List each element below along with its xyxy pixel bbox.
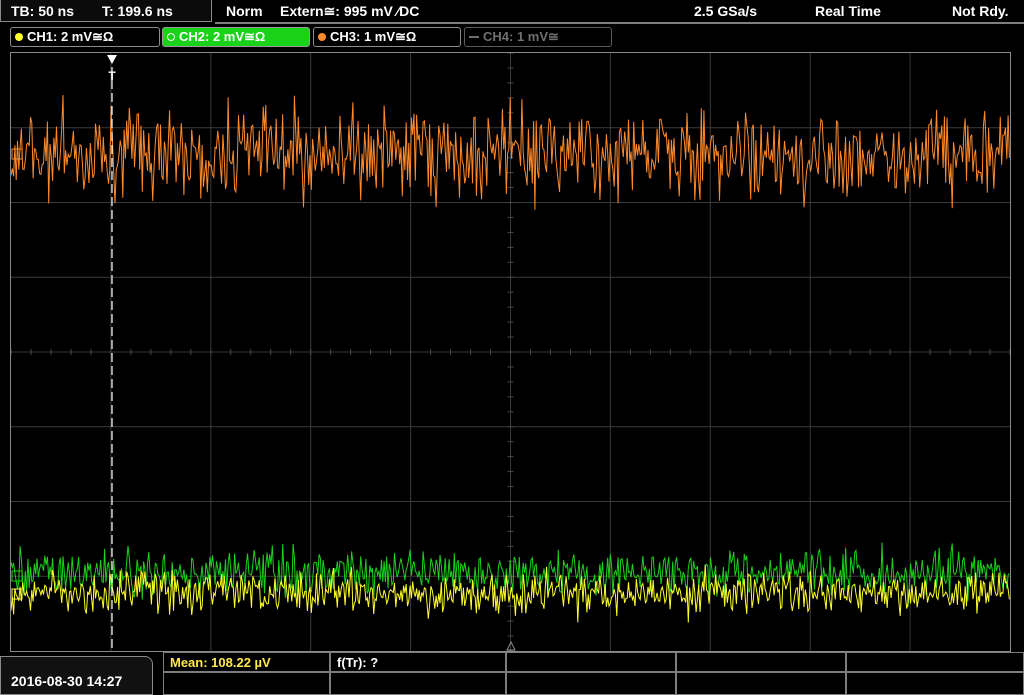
acquisition-mode: Real Time	[815, 3, 881, 19]
channel-ch4-button[interactable]: CH4: 1 mV≅	[464, 27, 612, 47]
datetime: 2016-08-30 14:27	[11, 673, 123, 689]
measurement-empty-cell-8[interactable]	[846, 672, 1024, 695]
top-divider	[215, 22, 1024, 24]
channel-ch1-button[interactable]: CH1: 2 mV≅Ω	[10, 27, 160, 47]
waveform-display[interactable]: T	[10, 52, 1011, 652]
measurement-ftr: f(Tr): ?	[337, 655, 379, 670]
measurement-panel: Mean: 108.22 µV f(Tr): ?	[163, 652, 1024, 695]
ch2-dot-icon	[167, 33, 175, 41]
sample-rate: 2.5 GSa/s	[694, 3, 758, 19]
ch3-dot-icon	[318, 33, 326, 41]
measurement-empty-cell-6[interactable]	[506, 672, 676, 695]
measurement-empty-cell-5[interactable]	[330, 672, 506, 695]
measurement-empty-cell-7[interactable]	[676, 672, 846, 695]
ch1-dot-icon	[15, 33, 23, 41]
measurement-empty-cell-2[interactable]	[676, 652, 846, 672]
measurement-mean-cell[interactable]: Mean: 108.22 µV	[163, 652, 330, 672]
ch4-off-icon	[469, 36, 479, 38]
measurement-empty-cell-3[interactable]	[846, 652, 1024, 672]
channel-ch2-button[interactable]: CH2: 2 mV≅Ω	[162, 27, 310, 47]
measurement-ftr-cell[interactable]: f(Tr): ?	[330, 652, 506, 672]
measurement-mean: Mean: 108.22 µV	[170, 655, 271, 670]
trigger-time-value: T: 199.6 ns	[102, 3, 173, 19]
trigger-marker-label: T	[108, 69, 116, 83]
acquisition-status: Not Rdy.	[952, 3, 1009, 19]
measurement-empty-cell-4[interactable]	[163, 672, 330, 695]
trigger-mode[interactable]: Norm	[226, 3, 263, 19]
waveform-svg: T	[11, 53, 1010, 651]
channel-ch3-button[interactable]: CH3: 1 mV≅Ω	[313, 27, 461, 47]
timebase-value: TB: 50 ns	[11, 3, 75, 19]
trigger-position-marker[interactable]: T	[107, 55, 117, 651]
timebase-box[interactable]: TB: 50 ns T: 199.6 ns	[0, 0, 212, 22]
measurement-empty-cell-1[interactable]	[506, 652, 676, 672]
ch1-label: CH1: 2 mV≅Ω	[27, 29, 114, 44]
ch3-label: CH3: 1 mV≅Ω	[330, 29, 417, 44]
ch2-label: CH2: 2 mV≅Ω	[179, 29, 266, 44]
trigger-source[interactable]: Extern≅: 995 mV ∕DC	[280, 3, 419, 20]
channel-bar: CH1: 2 mV≅Ω CH2: 2 mV≅Ω CH3: 1 mV≅Ω CH4:…	[0, 26, 1024, 48]
datetime-box: 2016-08-30 14:27	[0, 656, 153, 695]
ch4-label: CH4: 1 mV≅	[483, 29, 559, 44]
bottom-bar: 2016-08-30 14:27 Mean: 108.22 µV f(Tr): …	[0, 652, 1024, 695]
top-status-bar: TB: 50 ns T: 199.6 ns Norm Extern≅: 995 …	[0, 0, 1024, 24]
